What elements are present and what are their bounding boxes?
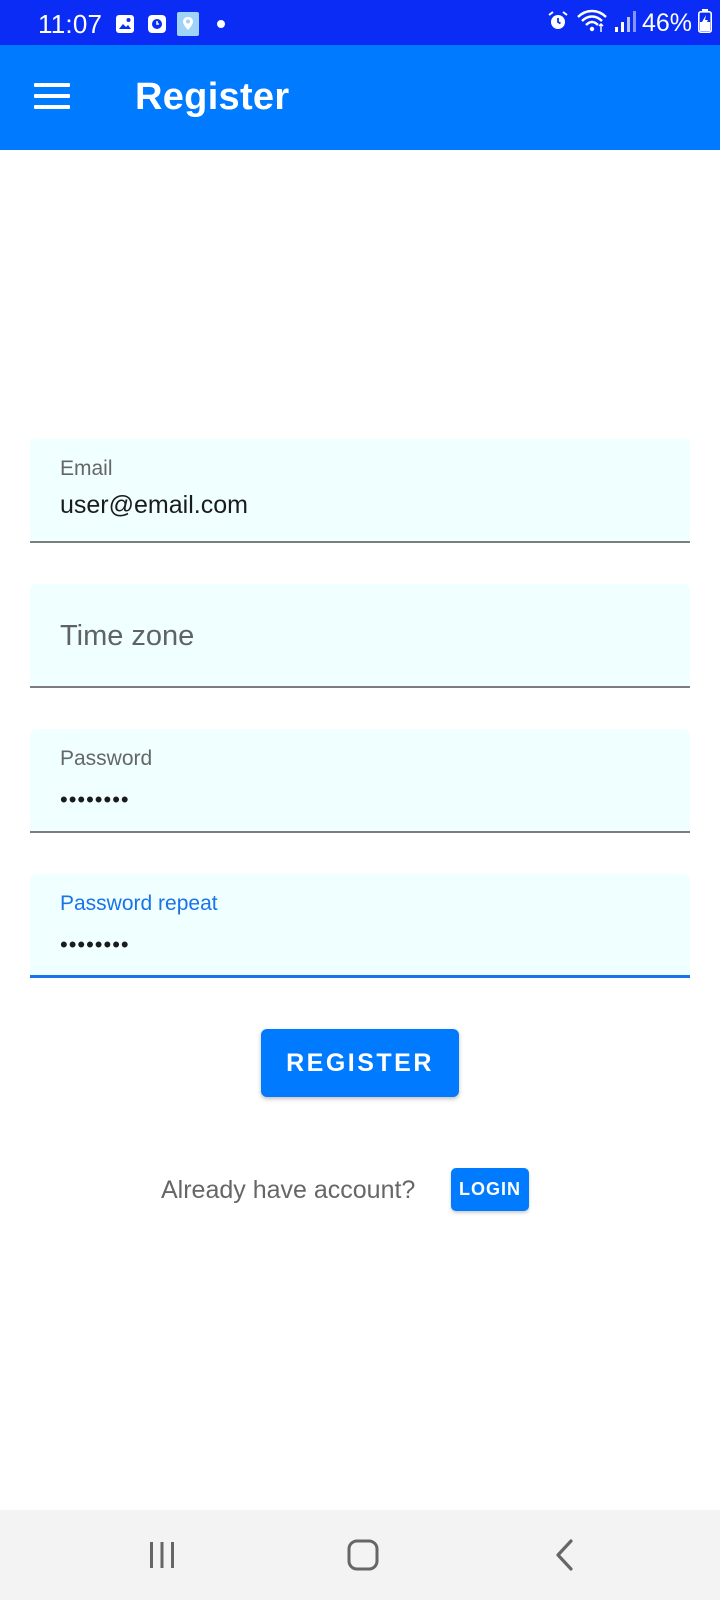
status-bar: 11:07 46% [0, 0, 720, 45]
password-repeat-field[interactable]: Password repeat •••••••• [30, 874, 690, 978]
password-label: Password [60, 747, 153, 770]
password-value: •••••••• [60, 787, 130, 812]
password-field[interactable]: Password •••••••• [30, 729, 690, 833]
register-screen: 11:07 46% Register Email user@email.com … [0, 0, 720, 1600]
app-bar: Register [0, 45, 720, 150]
password-repeat-label: Password repeat [60, 892, 218, 915]
timezone-placeholder: Time zone [60, 620, 195, 652]
location-app-icon [177, 12, 199, 36]
email-value: user@email.com [60, 491, 248, 519]
signal-icon [614, 9, 636, 38]
back-icon[interactable] [546, 1535, 586, 1575]
status-time: 11:07 [38, 9, 103, 39]
password-repeat-value: •••••••• [60, 932, 130, 957]
recent-apps-icon[interactable] [142, 1535, 182, 1575]
login-button[interactable]: LOGIN [451, 1168, 529, 1211]
register-button[interactable]: REGISTER [261, 1029, 459, 1097]
image-icon [115, 14, 135, 34]
dot-icon [217, 20, 225, 28]
page-title: Register [135, 76, 290, 118]
battery-percent: 46% [641, 8, 692, 37]
navigation-bar [0, 1510, 720, 1600]
home-icon[interactable] [343, 1535, 383, 1575]
system-icons: 46% [546, 6, 712, 40]
clock-app-icon [147, 14, 167, 34]
battery-icon [698, 8, 712, 38]
hamburger-menu-icon[interactable] [34, 83, 70, 111]
alarm-icon [546, 9, 570, 38]
login-prompt: Already have account? [161, 1176, 416, 1204]
email-field[interactable]: Email user@email.com [30, 439, 690, 543]
timezone-field[interactable]: Time zone [30, 584, 690, 688]
wifi-icon [576, 8, 608, 39]
email-label: Email [60, 457, 113, 480]
